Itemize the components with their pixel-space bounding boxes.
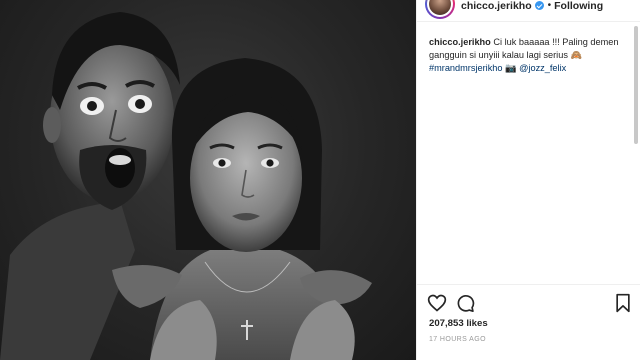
caption-username[interactable]: chicco.jerikho — [429, 37, 491, 47]
caption: chicco.jerikho Ci luk baaaaa !!! Paling … — [429, 36, 623, 75]
scrollbar-thumb[interactable] — [634, 26, 638, 144]
caption-mention[interactable]: @jozz_felix — [519, 63, 566, 73]
post-sidebar: chicco.jerikho • Following chicco.jerikh… — [416, 0, 640, 360]
post-header: chicco.jerikho • Following — [417, 0, 640, 22]
comments-area: chicco.jerikho Ci luk baaaaa !!! Paling … — [417, 22, 633, 282]
post-timestamp[interactable]: 17 HOURS AGO — [429, 336, 486, 343]
like-button[interactable] — [427, 293, 447, 313]
verified-badge-icon — [534, 1, 544, 10]
avatar-image — [429, 0, 451, 15]
header-separator: • — [547, 0, 552, 11]
avatar[interactable] — [425, 0, 455, 19]
post-photo[interactable] — [0, 0, 416, 360]
comment-icon — [457, 295, 475, 312]
comments-scrollbar[interactable] — [634, 26, 638, 276]
like-count[interactable]: 207,853 likes — [429, 318, 488, 329]
bookmark-icon — [616, 293, 630, 313]
header-username[interactable]: chicco.jerikho — [461, 0, 532, 12]
comment-button[interactable] — [455, 293, 475, 313]
action-row — [427, 293, 632, 313]
save-button[interactable] — [613, 293, 633, 313]
camera-emoji: 📷 — [505, 63, 517, 73]
heart-icon — [427, 294, 447, 312]
following-button[interactable]: Following — [554, 0, 603, 12]
caption-emoji: 🙈 — [570, 50, 582, 60]
actions-bar: 207,853 likes 17 HOURS AGO — [417, 284, 640, 360]
photo-illustration — [0, 12, 372, 360]
caption-hashtag[interactable]: #mrandmrsjerikho — [429, 63, 503, 73]
avatar-inner — [427, 0, 453, 17]
